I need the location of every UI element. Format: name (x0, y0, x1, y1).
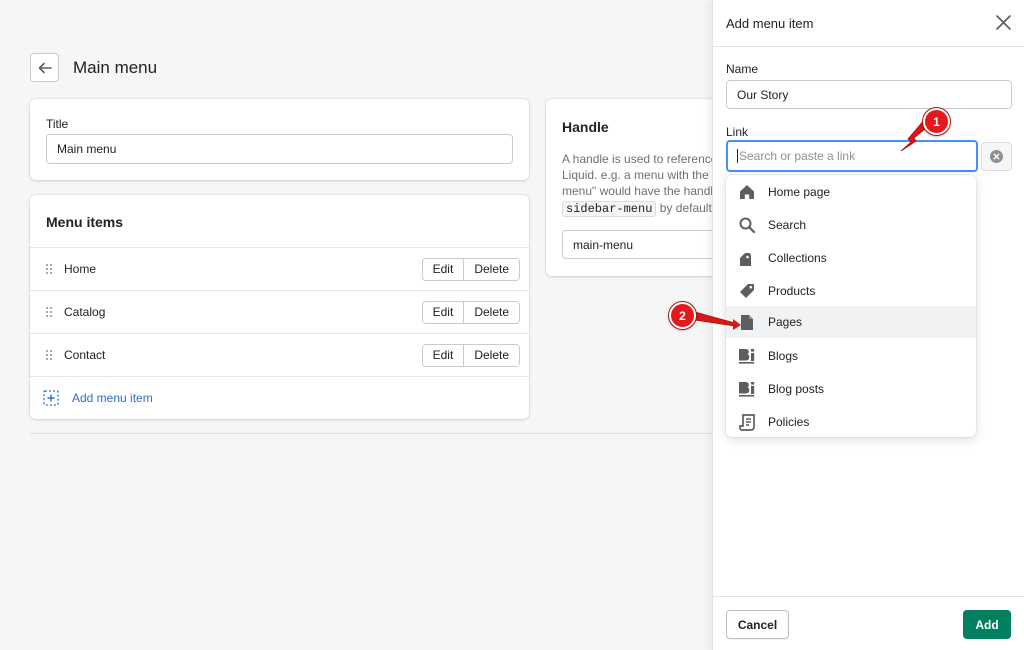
name-label: Name (726, 62, 759, 76)
title-card: Title Main menu (30, 99, 529, 180)
drawer-footer: Cancel Add (713, 596, 1024, 650)
dropdown-item-home-page[interactable]: Home page (726, 176, 976, 208)
menu-items-heading: Menu items (46, 214, 124, 230)
menu-item-label: Contact (64, 348, 106, 362)
dropdown-item-label: Blog posts (768, 382, 825, 396)
name-input[interactable]: Our Story (726, 80, 1012, 109)
menu-row-catalog: Catalog Edit Delete (30, 290, 529, 333)
menu-item-label: Catalog (64, 305, 106, 319)
annotation-badge-2: 2 (669, 302, 696, 329)
edit-button[interactable]: Edit (422, 301, 464, 323)
blog-post-icon (738, 380, 756, 398)
dropdown-item-label: Collections (768, 251, 827, 265)
search-icon (738, 216, 756, 234)
add-button[interactable]: Add (963, 610, 1011, 639)
blog-icon (738, 347, 756, 365)
dropdown-item-policies[interactable]: Policies (726, 406, 976, 438)
drag-handle-icon[interactable] (46, 264, 52, 274)
page-title: Main menu (73, 57, 158, 77)
edit-button[interactable]: Edit (422, 258, 464, 280)
close-icon[interactable] (995, 14, 1012, 31)
handle-desc-suffix: by default. (656, 201, 716, 215)
home-icon (738, 183, 756, 201)
arrow-left-icon (38, 62, 52, 73)
menu-row-home: Home Edit Delete (30, 247, 529, 290)
handle-code-sample: sidebar-menu (562, 201, 657, 217)
drag-handle-icon[interactable] (46, 307, 52, 317)
add-item-icon (43, 390, 59, 406)
dropdown-item-label: Pages (768, 315, 803, 329)
add-menu-item-row[interactable]: Add menu item (30, 376, 529, 419)
dropdown-item-label: Blogs (768, 349, 799, 363)
dropdown-item-products[interactable]: Products (726, 275, 976, 307)
tag-icon (738, 282, 756, 300)
divider (30, 433, 720, 434)
add-menu-item-link[interactable]: Add menu item (72, 391, 153, 405)
link-placeholder: Search or paste a link (739, 149, 856, 163)
drag-handle-icon[interactable] (46, 350, 52, 360)
link-options-dropdown: Home page Search Collections Products Pa… (726, 175, 976, 437)
row-actions: Edit Delete (421, 343, 520, 367)
back-button[interactable] (30, 53, 59, 82)
dropdown-item-blog-posts[interactable]: Blog posts (726, 373, 976, 405)
dropdown-item-label: Search (768, 218, 807, 232)
dropdown-item-collections[interactable]: Collections (726, 242, 976, 274)
text-cursor (737, 149, 738, 163)
drawer-title: Add menu item (726, 16, 814, 31)
title-input[interactable]: Main menu (46, 134, 513, 164)
dropdown-item-blogs[interactable]: Blogs (726, 340, 976, 372)
policy-icon (738, 413, 756, 431)
row-actions: Edit Delete (421, 300, 520, 324)
row-actions: Edit Delete (421, 257, 520, 281)
cancel-button[interactable]: Cancel (726, 610, 789, 639)
title-label: Title (46, 117, 69, 131)
dropdown-item-pages[interactable]: Pages (726, 306, 976, 338)
annotation-badge-1: 1 (923, 108, 950, 135)
dropdown-item-label: Home page (768, 185, 831, 199)
clear-link-button[interactable] (981, 142, 1012, 171)
collections-icon (738, 249, 756, 267)
handle-title: Handle (562, 119, 609, 135)
dropdown-item-search[interactable]: Search (726, 209, 976, 241)
clear-circle-icon (990, 150, 1003, 163)
delete-button[interactable]: Delete (463, 258, 519, 280)
menu-row-contact: Contact Edit Delete (30, 333, 529, 376)
delete-button[interactable]: Delete (463, 344, 519, 366)
edit-button[interactable]: Edit (422, 344, 464, 366)
page-header: Main menu (30, 53, 157, 82)
delete-button[interactable]: Delete (463, 301, 519, 323)
dropdown-item-label: Products (768, 284, 816, 298)
menu-items-card: Menu items Home Edit Delete Catalog Edit… (30, 195, 529, 419)
page-icon (738, 313, 756, 331)
menu-item-label: Home (64, 262, 97, 276)
drawer-header: Add menu item (713, 0, 1024, 47)
dropdown-item-label: Policies (768, 415, 810, 429)
link-label: Link (726, 125, 749, 139)
link-search-input[interactable]: Search or paste a link (726, 140, 978, 172)
